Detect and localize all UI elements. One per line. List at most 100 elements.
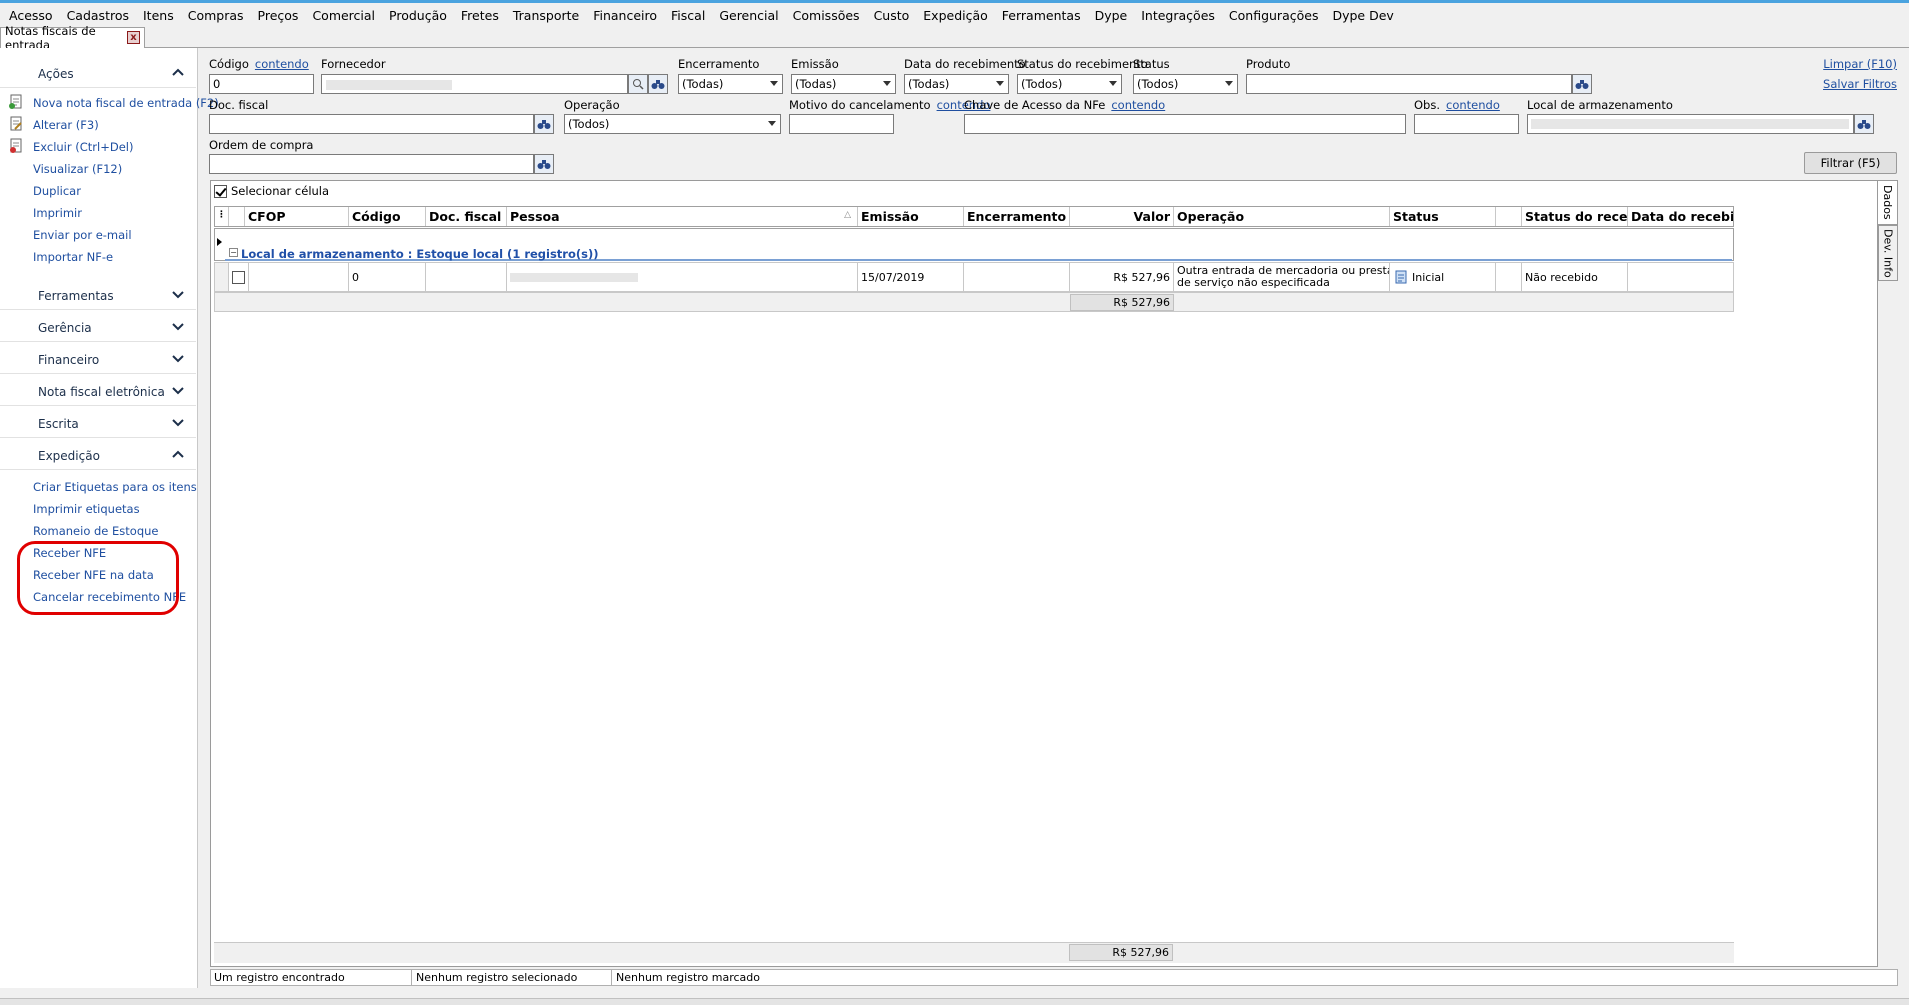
group-total-valor: R$ 527,96 bbox=[1070, 294, 1174, 311]
doc-fiscal-field[interactable] bbox=[209, 114, 534, 134]
expedicao-receber-nfe-data[interactable]: Receber NFE na data bbox=[33, 568, 154, 582]
menu-comercial[interactable]: Comercial bbox=[305, 8, 382, 23]
menu-dype-dev[interactable]: Dype Dev bbox=[1325, 8, 1400, 23]
obs-contendo-link[interactable]: contendo bbox=[1446, 98, 1500, 112]
chave-contendo-link[interactable]: contendo bbox=[1111, 98, 1165, 112]
expedicao-cancelar-recebimento[interactable]: Cancelar recebimento NFE bbox=[33, 590, 186, 604]
redacted-value bbox=[1531, 119, 1849, 129]
salvar-filtros-link[interactable]: Salvar Filtros bbox=[1823, 77, 1897, 91]
redacted-value bbox=[326, 80, 452, 90]
section-gerencia[interactable]: Gerência bbox=[0, 312, 196, 342]
menu-cadastros[interactable]: Cadastros bbox=[60, 8, 136, 23]
column-operacao[interactable]: Operação bbox=[1174, 207, 1390, 226]
group-row[interactable]: − Local de armazenamento : Estoque local… bbox=[214, 228, 1734, 261]
menu-gerencial[interactable]: Gerencial bbox=[712, 8, 785, 23]
row-checkbox-cell[interactable] bbox=[229, 263, 249, 291]
menu-financeiro[interactable]: Financeiro bbox=[586, 8, 664, 23]
document-tab-strip: Notas fiscais de entrada x bbox=[0, 24, 1909, 52]
chave-acesso-field[interactable] bbox=[964, 114, 1406, 134]
chevron-down-icon bbox=[172, 419, 184, 427]
chevron-up-icon bbox=[172, 450, 184, 458]
menu-configuracoes[interactable]: Configurações bbox=[1222, 8, 1326, 23]
expedicao-receber-nfe[interactable]: Receber NFE bbox=[33, 546, 106, 560]
binoculars-icon[interactable] bbox=[648, 74, 668, 94]
menu-fiscal[interactable]: Fiscal bbox=[664, 8, 712, 23]
column-emissao[interactable]: Emissão bbox=[858, 207, 964, 226]
menu-expedicao[interactable]: Expedição bbox=[916, 8, 995, 23]
column-encerramento[interactable]: Encerramento bbox=[964, 207, 1070, 226]
tab-notas-fiscais-entrada[interactable]: Notas fiscais de entrada x bbox=[0, 24, 145, 52]
column-pessoa[interactable]: Pessoa △ bbox=[507, 207, 858, 226]
codigo-contendo-link[interactable]: contendo bbox=[255, 57, 309, 71]
menu-integracoes[interactable]: Integrações bbox=[1134, 8, 1222, 23]
column-cfop[interactable]: CFOP bbox=[245, 207, 349, 226]
menu-producao[interactable]: Produção bbox=[382, 8, 454, 23]
menu-custo[interactable]: Custo bbox=[867, 8, 917, 23]
row-checkbox[interactable] bbox=[232, 270, 245, 284]
column-chooser-icon[interactable]: ⋮ bbox=[215, 207, 229, 226]
selecionar-celula-toggle[interactable]: Selecionar célula bbox=[214, 184, 329, 198]
data-recebimento-select[interactable]: (Todas) bbox=[904, 74, 1009, 94]
expedicao-romaneio-estoque[interactable]: Romaneio de Estoque bbox=[33, 524, 159, 538]
status-recebimento-select[interactable]: (Todos) bbox=[1017, 74, 1122, 94]
action-duplicar[interactable]: Duplicar bbox=[33, 184, 81, 198]
menu-transporte[interactable]: Transporte bbox=[506, 8, 586, 23]
binoculars-icon[interactable] bbox=[534, 114, 554, 134]
expedicao-imprimir-etiquetas[interactable]: Imprimir etiquetas bbox=[33, 502, 140, 516]
menu-compras[interactable]: Compras bbox=[181, 8, 251, 23]
collapse-icon[interactable]: − bbox=[229, 248, 238, 257]
action-excluir[interactable]: Excluir (Ctrl+Del) bbox=[33, 140, 133, 154]
action-imprimir[interactable]: Imprimir bbox=[33, 206, 82, 220]
action-importar-nfe[interactable]: Importar NF-e bbox=[33, 250, 113, 264]
binoculars-icon[interactable] bbox=[1854, 114, 1874, 134]
column-valor[interactable]: Valor bbox=[1070, 207, 1174, 226]
menu-precos[interactable]: Preços bbox=[251, 8, 306, 23]
motivo-cancelamento-field[interactable] bbox=[789, 114, 894, 134]
column-status[interactable]: Status bbox=[1390, 207, 1496, 226]
column-doc-fiscal[interactable]: Doc. fiscal bbox=[426, 207, 507, 226]
action-visualizar[interactable]: Visualizar (F12) bbox=[33, 162, 122, 176]
section-expedicao[interactable]: Expedição bbox=[0, 440, 196, 470]
status-select[interactable]: (Todos) bbox=[1133, 74, 1238, 94]
chevron-down-icon bbox=[172, 355, 184, 363]
menu-itens[interactable]: Itens bbox=[136, 8, 181, 23]
ordem-compra-field[interactable] bbox=[209, 154, 534, 174]
action-nova-nota[interactable]: Nova nota fiscal de entrada (F2) bbox=[33, 96, 219, 110]
cell-valor: R$ 527,96 bbox=[1070, 263, 1174, 291]
binoculars-icon[interactable] bbox=[1572, 74, 1592, 94]
column-status-recebimento[interactable]: Status do recel bbox=[1522, 207, 1628, 226]
menu-ferramentas[interactable]: Ferramentas bbox=[995, 8, 1088, 23]
menu-comissoes[interactable]: Comissões bbox=[786, 8, 867, 23]
close-icon[interactable]: x bbox=[127, 31, 140, 44]
redacted-value bbox=[510, 272, 638, 282]
status-divider bbox=[411, 970, 412, 985]
obs-field[interactable] bbox=[1414, 114, 1519, 134]
grand-total-valor: R$ 527,96 bbox=[1069, 944, 1173, 961]
emissao-select[interactable]: (Todas) bbox=[791, 74, 896, 94]
filtrar-button[interactable]: Filtrar (F5) bbox=[1804, 152, 1897, 174]
operacao-select[interactable]: (Todos) bbox=[564, 114, 781, 134]
action-alterar[interactable]: Alterar (F3) bbox=[33, 118, 99, 132]
codigo-field[interactable]: 0 bbox=[209, 74, 314, 94]
produto-field[interactable] bbox=[1246, 74, 1572, 94]
section-nota-fiscal-eletronica[interactable]: Nota fiscal eletrônica bbox=[0, 376, 196, 406]
encerramento-select[interactable]: (Todas) bbox=[678, 74, 783, 94]
checkbox-checked[interactable] bbox=[214, 184, 227, 198]
section-ferramentas[interactable]: Ferramentas bbox=[0, 280, 196, 310]
column-data-recebimento[interactable]: Data do recebir bbox=[1628, 207, 1733, 226]
menu-acesso[interactable]: Acesso bbox=[2, 8, 60, 23]
expedicao-criar-etiquetas[interactable]: Criar Etiquetas para os itens bbox=[33, 480, 197, 494]
menu-dype[interactable]: Dype bbox=[1088, 8, 1135, 23]
tab-dev-info[interactable]: Dev. Info bbox=[1878, 225, 1898, 281]
limpar-filtros-link[interactable]: Limpar (F10) bbox=[1823, 57, 1897, 71]
tab-dados[interactable]: Dados bbox=[1878, 180, 1898, 225]
action-enviar-email[interactable]: Enviar por e-mail bbox=[33, 228, 132, 242]
table-row[interactable]: 0 15/07/2019 R$ 527,96 Outra entrada de … bbox=[214, 262, 1734, 292]
column-codigo[interactable]: Código bbox=[349, 207, 426, 226]
section-acoes[interactable]: Ações bbox=[0, 58, 196, 88]
binoculars-icon[interactable] bbox=[534, 154, 554, 174]
section-financeiro[interactable]: Financeiro bbox=[0, 344, 196, 374]
menu-fretes[interactable]: Fretes bbox=[454, 8, 506, 23]
search-icon[interactable] bbox=[628, 74, 648, 94]
section-escrita[interactable]: Escrita bbox=[0, 408, 196, 438]
